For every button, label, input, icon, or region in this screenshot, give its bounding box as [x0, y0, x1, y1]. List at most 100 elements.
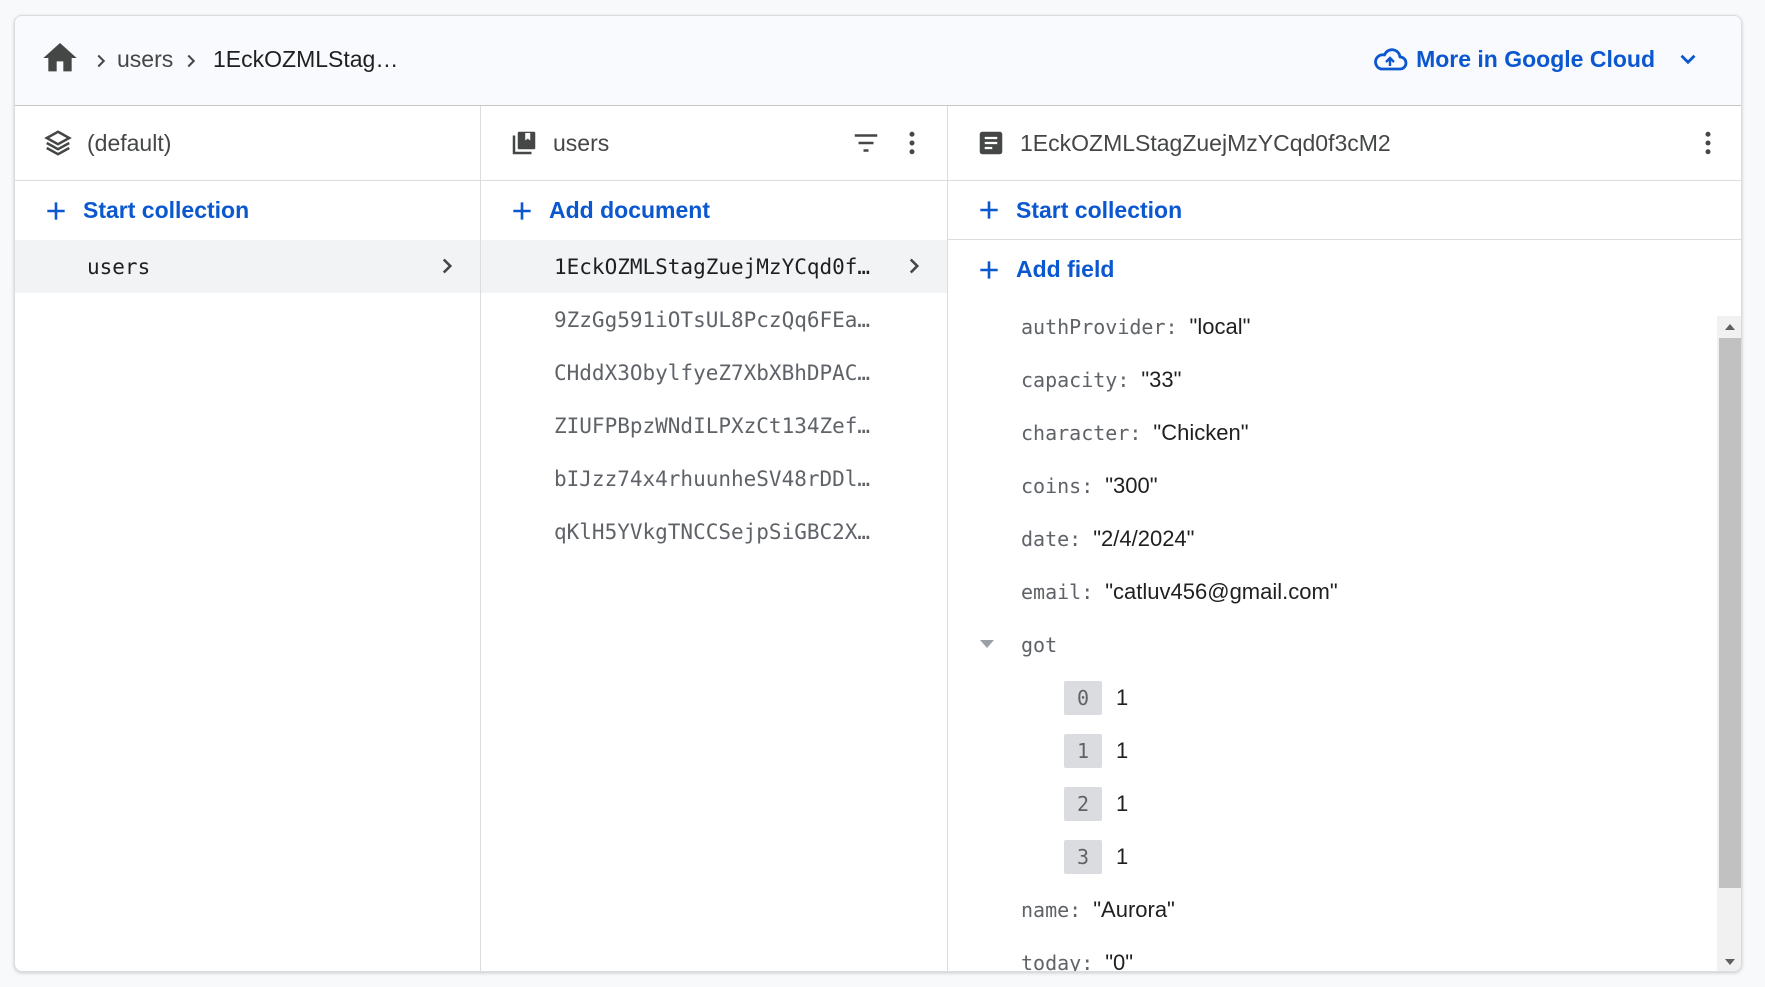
scroll-down-arrow-icon[interactable] [1723, 957, 1737, 967]
array-index-badge: 3 [1064, 839, 1102, 874]
plus-icon [980, 260, 998, 279]
field-row[interactable]: email: "catluv456@gmail.com" [948, 565, 1708, 618]
collection-title: users [553, 129, 610, 156]
array-item-value: 1 [1116, 790, 1129, 816]
field-row[interactable]: character: "Chicken" [948, 406, 1708, 459]
more-in-google-cloud-label: More in Google Cloud [1416, 45, 1655, 72]
firestore-panel: users 1EckOZMLStag… More in Google Cloud… [14, 15, 1742, 972]
document-id-label: 9ZzGg591iOTsUL8PczQq6FEa… [554, 307, 871, 332]
plus-icon [980, 201, 998, 219]
document-item[interactable]: 1EckOZMLStagZuejMzYCqd0f… [481, 240, 947, 293]
field-value: "2/4/2024" [1093, 525, 1195, 551]
caret-down-icon[interactable] [978, 637, 996, 651]
start-collection-label: Start collection [83, 197, 250, 223]
field-value: "33" [1141, 366, 1182, 392]
field-key: character: [1021, 420, 1142, 445]
document-id-label: bIJzz74x4rhuunheSV48rDDl… [554, 466, 871, 491]
plus-icon [513, 201, 531, 220]
start-subcollection-label: Start collection [1016, 196, 1183, 223]
collection-column-header: users [481, 106, 947, 181]
database-column-header: (default) [15, 106, 480, 181]
array-item-row[interactable]: 3 1 [948, 830, 1708, 883]
chevron-right-icon [187, 54, 196, 68]
filter-icon[interactable] [851, 128, 881, 158]
start-collection-button[interactable]: Start collection [15, 181, 480, 240]
plus-icon [47, 201, 65, 220]
field-value: "catluv456@gmail.com" [1105, 578, 1338, 604]
array-index-badge: 2 [1064, 786, 1102, 821]
start-subcollection-button[interactable]: Start collection [948, 181, 1741, 240]
field-key: coins: [1021, 473, 1094, 498]
chevron-right-icon [97, 54, 106, 68]
field-key: authProvider: [1021, 314, 1178, 339]
collection-item-users[interactable]: users [15, 240, 480, 293]
field-value: "300" [1105, 472, 1158, 498]
field-key: capacity: [1021, 367, 1130, 392]
document-item[interactable]: qKlH5YVkgTNCCSejpSiGBC2X… [481, 505, 947, 558]
document-id-label: 1EckOZMLStagZuejMzYCqd0f… [554, 254, 871, 279]
document-header-actions [1677, 128, 1723, 158]
array-index-badge: 1 [1064, 733, 1102, 768]
collection-item-label: users [87, 254, 151, 279]
chevron-right-icon [909, 258, 920, 274]
document-item[interactable]: ZIUFPBpzWNdILPXzCt134Zef… [481, 399, 947, 452]
array-item-value: 1 [1116, 684, 1129, 710]
collection-column: users Add document 1EckOZMLStagZuejMzYCq… [481, 106, 948, 971]
document-title: 1EckOZMLStagZuejMzYCqd0f3cM2 [1020, 129, 1391, 156]
cloud-icon [1374, 48, 1408, 71]
field-key: today: [1021, 950, 1094, 972]
breadcrumb-item-document[interactable]: 1EckOZMLStag… [213, 46, 398, 73]
document-item[interactable]: 9ZzGg591iOTsUL8PczQq6FEa… [481, 293, 947, 346]
document-id-label: CHddX3ObylfyeZ7XbXBhDPAC… [554, 360, 871, 385]
chevron-down-icon [1680, 54, 1696, 65]
document-icon [979, 131, 1003, 155]
document-column: 1EckOZMLStagZuejMzYCqd0f3cM2 Start colle… [948, 106, 1741, 972]
chevron-right-icon [442, 258, 453, 274]
database-column: (default) Start collection users [15, 106, 481, 971]
document-item[interactable]: CHddX3ObylfyeZ7XbXBhDPAC… [481, 346, 947, 399]
more-vert-icon[interactable] [1693, 128, 1723, 158]
array-item-row[interactable]: 2 1 [948, 777, 1708, 830]
collection-icon [512, 131, 536, 155]
document-item[interactable]: bIJzz74x4rhuunheSV48rDDl… [481, 452, 947, 505]
more-vert-icon[interactable] [897, 128, 927, 158]
document-id-label: ZIUFPBpzWNdILPXzCt134Zef… [554, 413, 871, 438]
database-title: (default) [87, 129, 172, 156]
scroll-up-arrow-icon[interactable] [1723, 322, 1737, 332]
home-icon[interactable] [40, 38, 80, 78]
scrollbar-thumb[interactable] [1719, 338, 1741, 888]
add-document-label: Add document [549, 197, 710, 223]
array-field-row[interactable]: got [948, 618, 1708, 671]
field-value: "Chicken" [1153, 419, 1249, 445]
field-key: got [1021, 632, 1058, 657]
field-row[interactable]: capacity: "33" [948, 353, 1708, 406]
array-item-row[interactable]: 0 1 [948, 671, 1708, 724]
document-fields: authProvider: "local" capacity: "33" cha… [948, 300, 1708, 972]
document-id-label: qKlH5YVkgTNCCSejpSiGBC2X… [554, 519, 871, 544]
array-index-badge: 0 [1064, 680, 1102, 715]
field-row[interactable]: name: "Aurora" [948, 883, 1708, 936]
field-key: name: [1021, 897, 1082, 922]
field-row[interactable]: authProvider: "local" [948, 300, 1708, 353]
fields-scrollbar[interactable] [1717, 316, 1741, 971]
field-row[interactable]: date: "2/4/2024" [948, 512, 1708, 565]
array-item-value: 1 [1116, 843, 1129, 869]
field-row[interactable]: today: "0" [948, 936, 1708, 972]
add-field-label: Add field [1016, 256, 1115, 282]
array-item-row[interactable]: 1 1 [948, 724, 1708, 777]
field-value: "Aurora" [1093, 896, 1175, 922]
database-stack-icon [44, 130, 72, 156]
add-document-button[interactable]: Add document [481, 181, 947, 240]
breadcrumb-bar: users 1EckOZMLStag… More in Google Cloud [15, 16, 1741, 106]
more-in-google-cloud-button[interactable]: More in Google Cloud [1372, 44, 1701, 74]
field-value: "0" [1105, 949, 1134, 972]
field-value: "local" [1189, 313, 1251, 339]
field-key: email: [1021, 579, 1094, 604]
document-column-header: 1EckOZMLStagZuejMzYCqd0f3cM2 [948, 106, 1741, 181]
collection-header-actions [835, 128, 927, 158]
array-item-value: 1 [1116, 737, 1129, 763]
breadcrumb-item-users[interactable]: users [117, 46, 173, 73]
field-row[interactable]: coins: "300" [948, 459, 1708, 512]
field-key: date: [1021, 526, 1082, 551]
add-field-button[interactable]: Add field [948, 240, 1741, 299]
